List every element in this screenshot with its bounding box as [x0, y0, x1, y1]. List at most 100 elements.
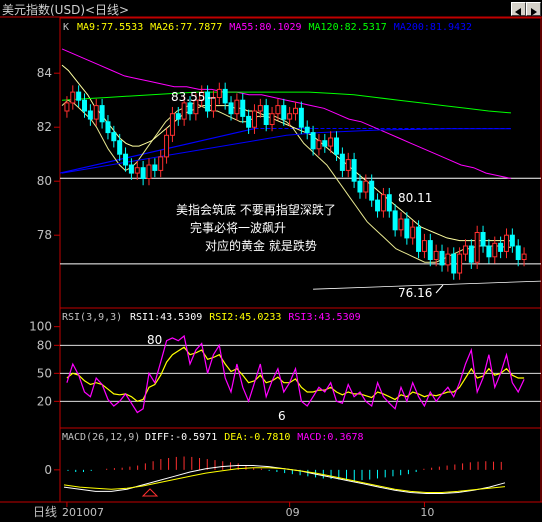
ma-header-1: MA26:77.7877	[150, 22, 222, 33]
comment-line-1: 美指会筑底 不要再指望深跌了	[176, 202, 336, 217]
candle-body	[503, 234, 509, 252]
rsi-y-tick-3: 20	[37, 394, 52, 408]
candle-body	[287, 113, 293, 120]
ma-line-ma120	[61, 91, 512, 114]
candle-body	[433, 250, 439, 260]
candle-body	[375, 199, 381, 212]
candle-body	[64, 102, 70, 112]
candle-body	[234, 99, 240, 115]
candle-body	[468, 245, 474, 263]
candle-body	[152, 164, 158, 171]
macd-header-1: DEA:-0.7810	[224, 432, 290, 443]
candle-body	[498, 242, 504, 252]
candle-body	[181, 102, 187, 120]
rsi-y-tick-1: 80	[37, 338, 52, 352]
candle-body	[140, 167, 146, 179]
candle-body	[386, 194, 392, 212]
macd-header-0: DIFF:-0.5971	[145, 432, 217, 443]
candle-body	[76, 91, 82, 101]
candle-body	[421, 240, 427, 252]
candle-body	[164, 134, 170, 158]
candle-body	[128, 164, 134, 174]
main-y-tick-1: 82	[37, 120, 52, 134]
candle-body	[251, 110, 257, 128]
candle-body	[169, 113, 175, 136]
candle-body	[269, 113, 275, 125]
rsi-label-high: 80	[147, 333, 162, 347]
ma-header-prefix: K	[63, 22, 69, 33]
x-tick-label-1: 09	[286, 506, 300, 519]
candle-body	[298, 107, 304, 128]
rsi-header-prefix: RSI(3,9,3)	[62, 312, 122, 323]
candle-body	[462, 245, 468, 255]
candle-body	[93, 105, 99, 120]
candle-body	[457, 253, 463, 274]
candle-body	[492, 242, 498, 258]
rsi-y-tick-0: 100	[29, 320, 52, 334]
rsi-header-0: RSI1:43.5309	[130, 312, 202, 323]
candle-body	[257, 105, 263, 112]
candle-body	[99, 105, 105, 123]
candle-body	[111, 132, 117, 142]
candle-body	[175, 113, 181, 120]
macd-y-tick-0: 0	[44, 463, 52, 477]
label-low: 76.16	[398, 286, 432, 300]
ma-line-ma55	[61, 48, 512, 179]
candle-body	[222, 88, 228, 104]
candle-body	[334, 137, 340, 155]
main-panel-frame	[59, 17, 542, 309]
candle-body	[439, 250, 445, 266]
candle-body	[158, 156, 164, 171]
main-y-tick-0: 84	[37, 66, 52, 80]
candle-body	[123, 153, 129, 166]
candle-body	[304, 126, 310, 134]
x-axis-label: 日线	[33, 505, 57, 519]
candle-body	[515, 245, 521, 260]
candle-body	[322, 140, 328, 147]
candle-body	[404, 218, 410, 239]
ma-header-2: MA55:80.1029	[229, 22, 301, 33]
main-y-tick-3: 78	[37, 228, 52, 242]
candle-body	[105, 121, 111, 134]
candle-body	[380, 194, 386, 212]
candle-body	[328, 137, 334, 147]
candle-body	[451, 253, 457, 274]
rsi-y-tick-2: 50	[37, 366, 52, 380]
candle-body	[357, 180, 363, 193]
candle-body	[87, 110, 93, 120]
candle-body	[275, 105, 281, 115]
candle-body	[310, 132, 316, 150]
candle-body	[210, 97, 216, 112]
x-tick-label-0: 201007	[62, 506, 104, 519]
candle-body	[410, 226, 416, 239]
candle-body	[70, 91, 76, 104]
candle-body	[392, 210, 398, 231]
candle-body	[316, 140, 322, 150]
candle-body	[146, 164, 152, 179]
candle-body	[480, 232, 486, 247]
candle-body	[187, 102, 193, 115]
stock-chart[interactable]: K MA9:77.5533 MA26:77.7877 MA55:80.1029 MA12…	[0, 0, 542, 522]
candle-body	[216, 88, 222, 99]
candle-body	[246, 115, 252, 128]
candle-body	[263, 105, 269, 125]
candle-body	[416, 226, 422, 252]
macd-header-prefix: MACD(26,12,9)	[62, 432, 140, 443]
label-high: 83.55	[171, 90, 205, 104]
rsi-header-2: RSI3:43.5309	[288, 312, 360, 323]
macd-header-2: MACD:0.3678	[297, 432, 363, 443]
label-mid: 80.11	[398, 191, 432, 205]
candle-body	[205, 91, 211, 112]
candle-body	[117, 140, 123, 155]
ma-header-0: MA9:77.5533	[77, 22, 143, 33]
comment-line-2: 完事必将一波飙升	[190, 220, 286, 235]
candle-body	[293, 107, 298, 115]
candle-body	[521, 253, 527, 261]
candle-body	[369, 180, 375, 201]
candle-body	[345, 159, 351, 171]
candle-body	[445, 253, 451, 266]
candle-body	[486, 245, 492, 258]
ma-header-3: MA120:82.5317	[309, 22, 387, 33]
comment-line-3: 对应的黄金 就是跌势	[205, 238, 317, 253]
candle-body	[351, 159, 357, 182]
